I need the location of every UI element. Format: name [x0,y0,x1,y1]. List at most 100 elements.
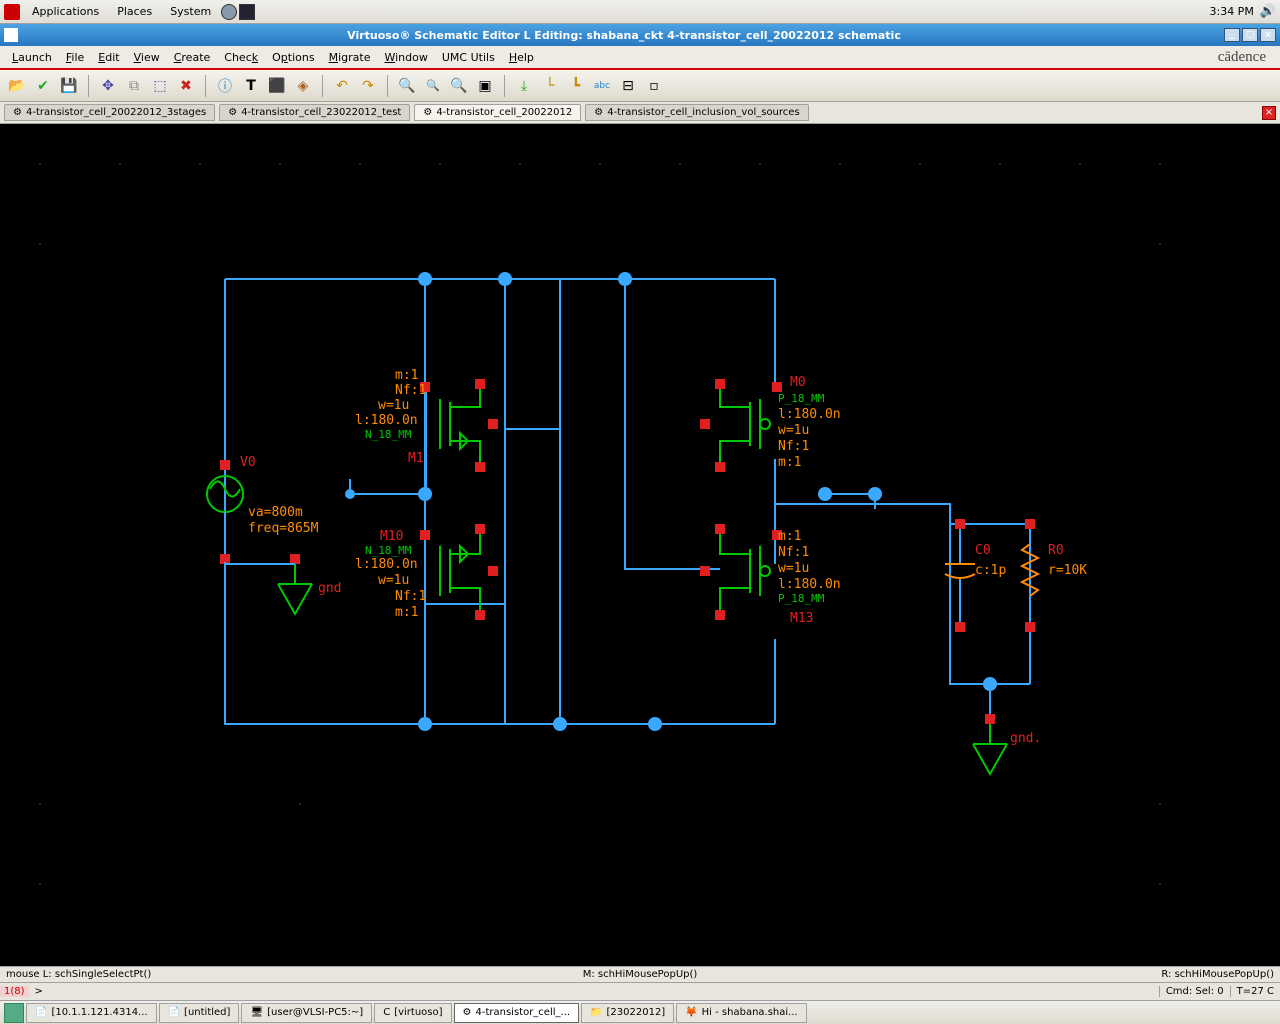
menu-view[interactable]: View [128,48,166,67]
maximize-button[interactable]: □ [1242,28,1258,42]
menu-file[interactable]: File [60,48,90,67]
capacitor-c0[interactable]: C0 c:1p [945,519,1006,632]
move-icon[interactable]: ✥ [97,75,119,97]
properties-icon[interactable]: ⓘ [214,75,236,97]
svg-text:M10: M10 [380,529,403,544]
svg-text:Nf:1: Nf:1 [778,439,809,454]
svg-text:w=1u: w=1u [378,573,409,588]
svg-text:C0: C0 [975,543,991,558]
close-button[interactable]: × [1260,28,1276,42]
svg-text:V0: V0 [240,455,256,470]
svg-text:P_18_MM: P_18_MM [778,592,825,605]
cmd-count: 1(8) [0,986,29,997]
show-desktop-button[interactable] [4,1003,24,1023]
menu-create[interactable]: Create [168,48,217,67]
save-icon[interactable]: 💾 [58,75,80,97]
transistor-m13[interactable]: m:1 Nf:1 w=1u l:180.0n P_18_MM M13 [700,524,841,626]
zoom-select-icon[interactable]: ▣ [474,75,496,97]
cmd-temp: T=27 C [1230,986,1280,997]
svg-text:P_18_MM: P_18_MM [778,392,825,405]
task-3[interactable]: C [virtuoso] [374,1003,451,1023]
clock[interactable]: 3:34 PM [1209,5,1253,18]
svg-text:m:1: m:1 [395,605,418,620]
svg-text:freq=865M: freq=865M [248,521,319,536]
menu-help[interactable]: Help [503,48,540,67]
label-icon[interactable]: abc [591,75,613,97]
window-title: Virtuoso® Schematic Editor L Editing: sh… [24,29,1224,42]
voltage-source-v0[interactable]: V0 va=800m freq=865M [207,455,319,564]
cmd-prompt[interactable]: > [29,986,49,997]
task-1[interactable]: 📄 [untitled] [159,1003,240,1023]
menu-window[interactable]: Window [378,48,433,67]
task-0[interactable]: 📄 [10.1.1.121.4314... [26,1003,157,1023]
mouse-left-hint: mouse L: schSingleSelectPt() [6,969,151,980]
menu-migrate[interactable]: Migrate [323,48,377,67]
pin-icon[interactable]: ◈ [292,75,314,97]
close-tab-button[interactable]: × [1262,106,1276,120]
globe-icon[interactable] [221,4,237,20]
titlebar[interactable]: Virtuoso® Schematic Editor L Editing: sh… [0,24,1280,46]
tab-3[interactable]: ⚙ 4-transistor_cell_inclusion_vol_source… [585,104,808,121]
menu-options[interactable]: Options [266,48,320,67]
cadence-brand: cādence [1218,49,1274,66]
open-icon[interactable]: 📂 [6,75,28,97]
system-menu[interactable]: System [162,3,219,20]
svg-text:c:1p: c:1p [975,563,1006,578]
transistor-m10[interactable]: M10 N_18_MM l:180.0n w=1u Nf:1 m:1 [355,524,498,620]
menu-launch[interactable]: Launch [6,48,58,67]
wide-wire-icon[interactable]: ┗ [565,75,587,97]
cmd-sel: Cmd: Sel: 0 [1159,986,1230,997]
gnd-right[interactable]: gnd. [973,714,1041,774]
zoom-fit-icon[interactable]: 🔍 [448,75,470,97]
document-tabs: ⚙ 4-transistor_cell_20022012_3stages ⚙ 4… [0,102,1280,124]
tab-1[interactable]: ⚙ 4-transistor_cell_23022012_test [219,104,410,121]
check-save-icon[interactable]: ✔ [32,75,54,97]
schematic-canvas[interactable]: V0 va=800m freq=865M gnd [0,124,1280,966]
volume-icon[interactable]: 🔊 [1260,4,1276,19]
stretch-icon[interactable]: ⬚ [149,75,171,97]
svg-text:M1: M1 [408,451,424,466]
transistor-m0[interactable]: M0 P_18_MM l:180.0n w=1u Nf:1 m:1 [700,375,841,472]
copy-icon[interactable]: ⧉ [123,75,145,97]
net-icon[interactable]: ⊟ [617,75,639,97]
svg-text:R0: R0 [1048,543,1064,558]
zoom-out-icon[interactable]: 🔍 [422,75,444,97]
svg-text:w=1u: w=1u [778,423,809,438]
svg-text:M0: M0 [790,375,806,390]
command-bar: 1(8) > Cmd: Sel: 0 T=27 C [0,982,1280,1000]
menu-edit[interactable]: Edit [92,48,125,67]
descend-icon[interactable]: ▫ [643,75,665,97]
wire-icon[interactable]: └ [539,75,561,97]
app-icon [4,28,18,42]
status-bar: mouse L: schSingleSelectPt() M: schHiMou… [0,966,1280,982]
task-4[interactable]: ⚙ 4-transistor_cell_... [454,1003,580,1023]
tab-2[interactable]: ⚙ 4-transistor_cell_20022012 [414,104,581,121]
task-2[interactable]: 🖥 [user@VLSI-PC5:~] [241,1003,372,1023]
task-6[interactable]: 🦊 Hi - shabana.shai... [676,1003,807,1023]
delete-icon[interactable]: ✖ [175,75,197,97]
task-5[interactable]: 📁 [23022012] [581,1003,674,1023]
mouse-right-hint: R: schHiMousePopUp() [1161,969,1274,980]
instance-icon[interactable]: ⬛ [266,75,288,97]
svg-text:va=800m: va=800m [248,505,303,520]
resistor-r0[interactable]: R0 r=10K [1022,519,1087,632]
svg-text:m:1: m:1 [778,455,801,470]
svg-text:l:180.0n: l:180.0n [778,577,841,592]
minimize-button[interactable]: _ [1224,28,1240,42]
zoom-in-icon[interactable]: 🔍 [396,75,418,97]
applications-menu[interactable]: Applications [24,3,107,20]
terminal-launcher-icon[interactable] [239,4,255,20]
places-menu[interactable]: Places [109,3,160,20]
menu-check[interactable]: Check [218,48,264,67]
text-icon[interactable]: T [240,75,262,97]
redo-icon[interactable]: ↷ [357,75,379,97]
toolbar: 📂 ✔ 💾 ✥ ⧉ ⬚ ✖ ⓘ T ⬛ ◈ ↶ ↷ 🔍 🔍 🔍 ▣ ⤓ └ ┗ … [0,70,1280,102]
svg-text:N_18_MM: N_18_MM [365,428,412,441]
svg-text:l:180.0n: l:180.0n [355,557,418,572]
undo-icon[interactable]: ↶ [331,75,353,97]
svg-text:Nf:1: Nf:1 [778,545,809,560]
svg-text:gnd.: gnd. [1010,731,1041,746]
menu-umc[interactable]: UMC Utils [436,48,501,67]
hierarchy-down-icon[interactable]: ⤓ [513,75,535,97]
tab-0[interactable]: ⚙ 4-transistor_cell_20022012_3stages [4,104,215,121]
